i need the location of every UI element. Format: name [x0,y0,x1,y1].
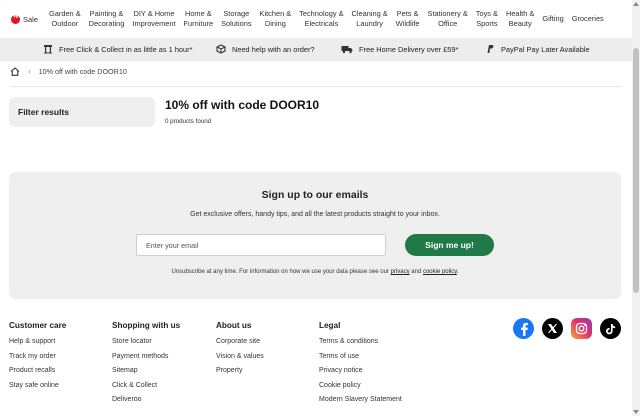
promo-help[interactable]: Need help with an order? [216,44,315,54]
truck-icon [341,46,353,54]
footer-link-terms-use[interactable]: Terms of use [319,353,402,360]
sale-label: Sale [23,14,39,24]
promo-bar: Free Click & Collect in as little as 1 h… [0,38,632,61]
footer-link-track-order[interactable]: Track my order [9,353,66,360]
footer-link-terms-conditions[interactable]: Terms & conditions [319,338,402,345]
scroll-up-icon[interactable] [633,2,639,6]
unsubscribe-text: Unsubscribe at any time. For information… [171,269,389,275]
footer-legal: Legal Terms & conditions Terms of use Pr… [319,321,402,411]
footer-link-recalls[interactable]: Product recalls [9,367,66,374]
nav-item-groceries[interactable]: Groceries [568,14,608,24]
footer-customer-care: Customer care Help & support Track my or… [9,321,66,396]
signup-title: Sign up to our emails [261,189,369,201]
footer-heading: Legal [319,321,341,330]
promo-delivery-text: Free Home Delivery over £59* [359,44,459,54]
chevron-right-icon: › [28,67,31,76]
page-scrollbar[interactable] [632,0,640,416]
facebook-icon[interactable] [513,318,534,339]
scroll-down-icon[interactable] [633,410,639,414]
footer-heading: Shopping with us [112,321,181,330]
sign-up-button[interactable]: Sign me up! [405,234,494,256]
results-count: 0 products found [165,118,212,125]
footer-link-stay-safe[interactable]: Stay safe online [9,382,66,389]
paypal-icon [487,45,494,53]
email-input[interactable] [136,234,386,256]
footer-link-cookie[interactable]: Cookie policy [319,382,402,389]
nav-item-cleaning[interactable]: Cleaning & Laundry [348,9,392,29]
home-icon[interactable] [10,67,20,76]
nav-item-sale[interactable]: Sale [11,14,39,24]
nav-item-storage[interactable]: Storage Solutions [217,9,255,29]
footer-link-sitemap[interactable]: Sitemap [112,367,180,374]
footer-link-slavery[interactable]: Modern Slavery Statement [319,396,402,403]
footer-link-deliveroo[interactable]: Deliveroo [112,396,180,403]
breadcrumb: › 10% off with code DOOR10 [10,67,127,76]
nav-item-gifting[interactable]: Gifting [538,14,567,24]
footer-link-help[interactable]: Help & support [9,338,66,345]
email-signup-panel: Sign up to our emails Get exclusive offe… [9,172,621,299]
x-icon[interactable] [542,318,563,339]
tiktok-icon[interactable] [600,318,621,339]
footer-heading: About us [216,321,252,330]
unsubscribe-note: Unsubscribe at any time. For information… [9,269,621,275]
promo-paypal-text: PayPal Pay Later Available [501,44,590,54]
nav-item-toys[interactable]: Toys & Sports [472,9,502,29]
footer-heading: Customer care [9,321,67,330]
sale-icon [11,14,20,24]
signup-subtitle: Get exclusive offers, handy tips, and al… [190,211,440,218]
promo-click-collect-text: Free Click & Collect in as little as 1 h… [59,44,193,54]
footer-link-store-locator[interactable]: Store locator [112,338,180,345]
promo-delivery[interactable]: Free Home Delivery over £59* [341,44,458,54]
nav-item-stationery[interactable]: Stationery & Office [424,9,472,29]
divider [10,86,622,87]
box-icon [216,44,226,54]
nav-item-diy[interactable]: DIY & Home Improvement [128,9,179,29]
promo-paypal[interactable]: PayPal Pay Later Available [485,44,590,54]
footer-link-vision[interactable]: Vision & values [216,353,264,360]
promo-click-collect[interactable]: Free Click & Collect in as little as 1 h… [43,44,193,54]
nav-item-technology[interactable]: Technology & Electricals [295,9,347,29]
promo-help-text: Need help with an order? [232,44,315,54]
footer-link-payment[interactable]: Payment methods [112,353,180,360]
period-text: . [456,269,459,275]
page-title: 10% off with code DOOR10 [165,98,320,112]
and-text: and [411,269,422,275]
nav-item-kitchen[interactable]: Kitchen & Dining [256,9,296,29]
nav-item-pets[interactable]: Pets & Wildlife [392,9,424,29]
cookie-policy-link[interactable]: cookie policy [423,269,457,275]
social-links [513,318,621,339]
footer-shopping: Shopping with us Store locator Payment m… [112,321,180,411]
footer-link-click-collect[interactable]: Click & Collect [112,382,180,389]
footer-link-privacy[interactable]: Privacy notice [319,367,402,374]
nav-item-garden[interactable]: Garden & Outdoor [45,9,85,29]
nav-item-health[interactable]: Health & Beauty [502,9,538,29]
store-icon [44,45,52,54]
breadcrumb-current: 10% off with code DOOR10 [38,67,127,76]
filter-results-button[interactable]: Filter results [9,97,155,127]
top-navigation: Sale Garden & Outdoor Painting & Decorat… [0,0,632,38]
instagram-icon[interactable] [571,318,592,339]
nav-item-home[interactable]: Home & Furniture [180,9,218,29]
scroll-thumb[interactable] [633,48,639,293]
nav-item-painting[interactable]: Painting & Decorating [85,9,129,29]
footer-link-corporate[interactable]: Corporate site [216,338,264,345]
footer-about: About us Corporate site Vision & values … [216,321,264,382]
privacy-link[interactable]: privacy [391,269,410,275]
footer-link-property[interactable]: Property [216,367,264,374]
